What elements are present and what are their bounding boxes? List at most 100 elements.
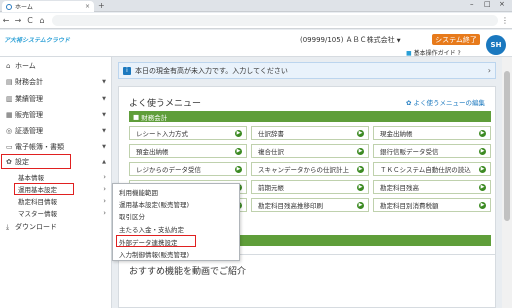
sidebar-item-home[interactable]: ⌂ ホーム [0,58,112,74]
menu-button[interactable]: 前期元帳 ▶ [251,180,369,194]
submenu-item[interactable]: 主たる入金・支払約定 [119,224,184,234]
maximize-icon[interactable]: □ [484,0,491,8]
arrow-circle-icon: ▶ [479,165,486,173]
menu-button-label: 現金出納帳 [380,130,413,138]
chevron-right-icon: › [487,66,491,75]
menu-button[interactable]: 現金出納帳 ▶ [373,126,491,140]
guide-link[interactable]: ■ 基本操作ガイド ? [406,48,461,57]
menu-button[interactable]: 仕訳辞書 ▶ [251,126,369,140]
sidebar-sub-label: マスター情報 [18,209,57,218]
reload-icon[interactable]: C [24,16,36,25]
menu-button[interactable]: ＴＫＣシステム自動仕訳の読込 ▶ [373,162,491,176]
tab-title: ホーム [15,4,33,11]
browser-menu-icon[interactable]: ⋮ [498,16,512,25]
menu-button[interactable]: スキャンデータからの仕訳計上 ▶ [251,162,369,176]
minimize-icon[interactable]: – [470,0,474,8]
favicon-icon [6,3,12,10]
arrow-circle-icon: ▶ [479,201,486,209]
menu-button[interactable]: 預金出納帳 ▶ [129,144,247,158]
new-tab-button[interactable]: + [98,1,105,10]
highlight-settings [1,154,71,169]
submenu-item[interactable]: 利用機能範囲 [119,187,158,197]
menu-button[interactable]: 勘定科目残高 ▶ [373,180,491,194]
menu-button-label: 仕訳辞書 [258,130,284,138]
sidebar-sub-basic-info[interactable]: 基本情報 › [0,171,112,182]
recommend-panel: おすすめ機能を動画でご紹介 [118,254,496,308]
caret-down-icon: ▼ [396,38,401,44]
menu-button-label: レジからのデータ受信 [136,166,201,174]
notice-banner[interactable]: i 本日の現金有高が未入力です。入力してください › [118,62,496,79]
menu-button[interactable]: レシート入力方式 ▶ [129,126,247,140]
menu-button-label: 勘定科目残高 [380,184,419,192]
app-header: ア大将システムクラウド (09999/105) ＡＢＣ株式会社 ▼ システム終了 … [0,30,512,57]
chevron-right-icon: › [103,196,106,205]
book-icon: ■ [406,50,412,57]
sidebar-item-ebooks[interactable]: ▭ 電子帳簿・書類 ▼ [0,139,112,155]
menu-button-label: 複合仕訳 [258,148,284,156]
ledger-icon: ▤ [6,78,13,86]
back-icon[interactable]: ← [0,16,12,25]
menu-button[interactable]: 銀行信販データ受信 ▶ [373,144,491,158]
submenu-item[interactable]: 取引区分 [119,211,145,221]
sidebar-item-performance[interactable]: ▥ 業績管理 ▼ [0,91,112,107]
sidebar-item-label: 販売管理 [15,111,43,119]
arrow-circle-icon: ▶ [357,201,364,209]
tab-close-icon[interactable]: × [85,3,90,10]
menu-button-label: 預金出納帳 [136,148,169,156]
menu-button[interactable]: 複合仕訳 ▶ [251,144,369,158]
sidebar-item-vouchers[interactable]: ◎ 証憑管理 ▼ [0,123,112,139]
recommend-title: おすすめ機能を動画でご紹介 [129,267,247,277]
chevron-right-icon: › [103,172,106,181]
address-bar: ← → C ⌂ ⋮ [0,13,512,29]
url-field[interactable] [52,15,498,26]
sidebar-sub-master-info[interactable]: マスター情報 › [0,207,112,218]
menu-button-label: 勘定科目残高推移印刷 [258,202,323,210]
category-header: ■ 財務会計 [129,111,491,122]
submenu-item[interactable]: 運用基本設定(販売管理) [119,199,189,209]
scrollbar-thumb[interactable] [504,71,510,221]
menu-button-label: 前期元帳 [258,184,284,192]
arrow-circle-icon: ▶ [235,129,242,137]
caret-down-icon: ▼ [102,112,106,118]
highlight-external-data [116,235,196,247]
forward-icon[interactable]: → [12,16,24,25]
sidebar-item-download[interactable]: ⤓ ダウンロード [0,219,112,235]
sidebar-item-finance[interactable]: ▤ 財務会計 ▼ [0,74,112,90]
home-nav-icon[interactable]: ⌂ [36,16,48,25]
window-close-icon[interactable]: × [499,0,505,8]
menu-button-label: ＴＫＣシステム自動仕訳の読込 [380,166,471,174]
submenu-item[interactable]: 入力制御情報(販売管理) [119,249,189,259]
info-icon: i [123,66,131,75]
menu-button[interactable]: 勘定科目別消費税額 ▶ [373,198,491,212]
menu-button-label: 勘定科目別消費税額 [380,202,439,210]
monitor-icon: ▭ [6,143,13,151]
sidebar-sub-account-info[interactable]: 勘定科目情報 › [0,195,112,206]
arrow-circle-icon: ▶ [479,147,486,155]
menu-button-label: 銀行信販データ受信 [380,148,439,156]
caret-down-icon: ▼ [102,96,106,102]
sidebar: ⌂ ホーム ▤ 財務会計 ▼ ▥ 業績管理 ▼ ▦ 販売管理 ▼ ◎ 証憑管理 … [0,57,112,308]
browser-tabbar: ホーム × + – □ × [0,0,512,12]
favorites-edit-link[interactable]: ✿ よく使うメニューの編集 [406,97,485,107]
browser-tab[interactable]: ホーム × [2,1,94,12]
sidebar-sub-label: 基本情報 [18,173,44,182]
sidebar-item-label: 財務会計 [15,78,43,86]
sidebar-item-label: ホーム [15,62,36,70]
menu-button[interactable]: 勘定科目残高推移印刷 ▶ [251,198,369,212]
bookmark-icon: ■ [133,112,142,121]
avatar[interactable]: SH [486,35,506,55]
caret-down-icon: ▼ [102,144,106,150]
highlight-operation-settings [14,183,74,195]
sidebar-sub-label: 勘定科目情報 [18,197,57,206]
cart-icon: ▦ [6,111,13,119]
scrollbar[interactable] [502,57,512,308]
favorites-edit-label: よく使うメニューの編集 [413,99,486,107]
menu-button[interactable]: レジからのデータ受信 ▶ [129,162,247,176]
company-selector[interactable]: (09999/105) ＡＢＣ株式会社 ▼ [300,35,401,45]
category-label: 財務会計 [141,113,168,122]
arrow-circle-icon: ▶ [235,165,242,173]
sidebar-item-label: ダウンロード [15,223,57,231]
app-logo: ア大将システムクラウド [4,37,70,44]
sidebar-item-sales[interactable]: ▦ 販売管理 ▼ [0,107,112,123]
system-end-button[interactable]: システム終了 [432,34,480,45]
